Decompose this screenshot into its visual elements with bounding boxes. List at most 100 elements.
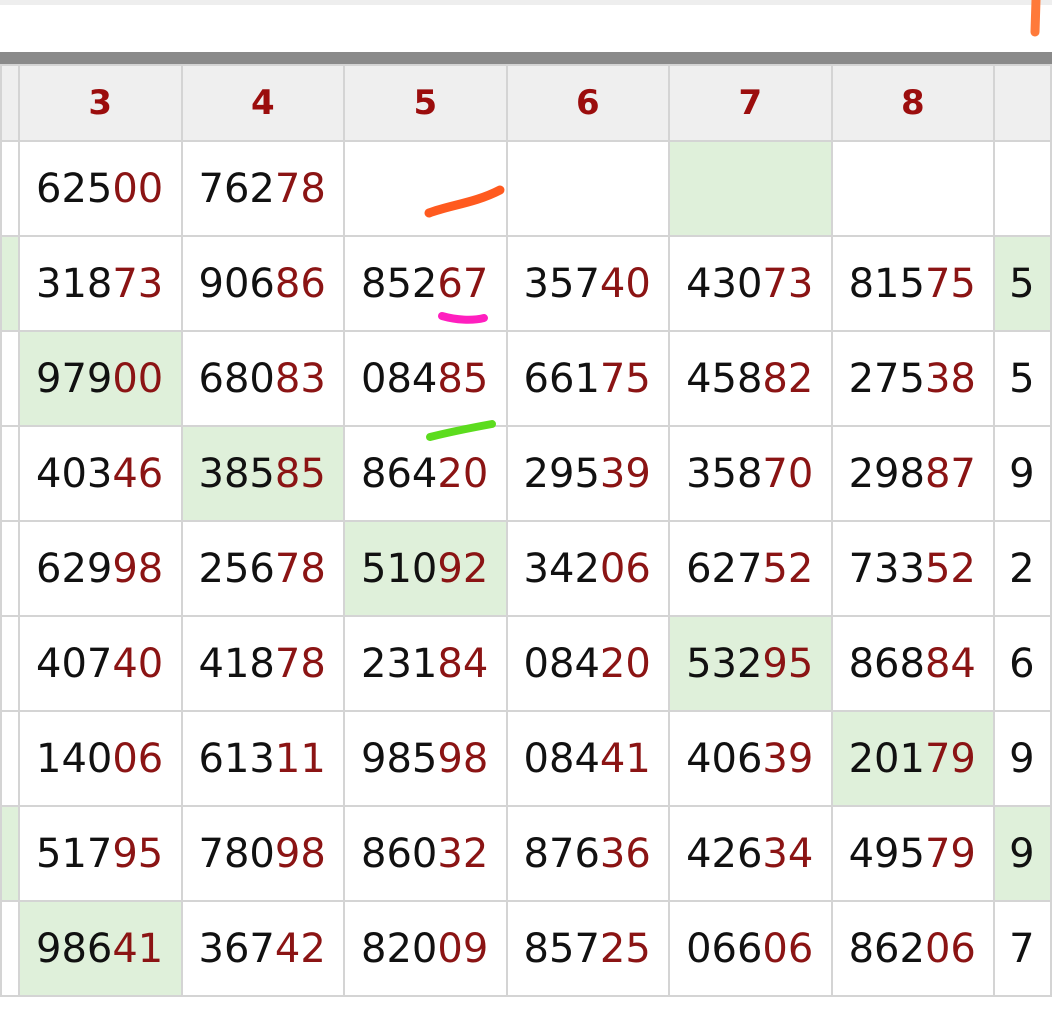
cell-leading-digits: 458	[686, 355, 763, 402]
number-cell: 40740	[18, 615, 183, 712]
cell-last-two-digits: 34	[762, 830, 814, 877]
cell-last-two-digits: 87	[924, 450, 976, 497]
cell-leading-digits: 2	[1009, 545, 1035, 592]
cell-leading-digits: 680	[198, 355, 275, 402]
number-cell: 81575	[830, 235, 996, 332]
cell-last-two-digits: 78	[274, 165, 326, 212]
cell-leading-digits: 986	[36, 925, 113, 972]
cell-leading-digits: 780	[198, 830, 275, 877]
cell-last-two-digits: 41	[599, 735, 651, 782]
cell-leading-digits: 426	[686, 830, 763, 877]
cell-last-two-digits: 25	[599, 925, 651, 972]
column-header-cell: 6	[505, 64, 671, 142]
cell-last-two-digits: 06	[762, 925, 814, 972]
cell-last-two-digits: 09	[437, 925, 489, 972]
cell-leading-digits: 275	[848, 355, 925, 402]
number-cell: 31873	[18, 235, 183, 332]
table-row: 14006 61311 98598 08441 40639 20179 9	[0, 710, 1052, 807]
number-cell: 20179	[830, 710, 996, 807]
number-cell: 9	[993, 805, 1052, 902]
table-row: 62500 76278	[0, 140, 1052, 237]
number-cell: 45882	[668, 330, 833, 427]
number-cell	[993, 140, 1052, 237]
cell-last-two-digits: 98	[112, 545, 164, 592]
cell-leading-digits: 403	[36, 450, 113, 497]
number-cell: 90686	[180, 235, 346, 332]
number-cell: 53295	[668, 615, 833, 712]
number-cell: 25678	[180, 520, 346, 617]
cell-last-two-digits: 42	[274, 925, 326, 972]
number-cell: 27538	[830, 330, 996, 427]
cell-leading-digits: 820	[361, 925, 438, 972]
number-cell: 61311	[180, 710, 346, 807]
column-header-cell: 8	[830, 64, 996, 142]
cell-leading-digits: 979	[36, 355, 113, 402]
cell-last-two-digits: 83	[274, 355, 326, 402]
number-cell	[830, 140, 996, 237]
number-cell: 86884	[830, 615, 996, 712]
cell-last-two-digits: 78	[274, 640, 326, 687]
number-cell: 36742	[180, 900, 346, 997]
number-cell: 5	[993, 330, 1052, 427]
cell-last-two-digits: 75	[599, 355, 651, 402]
top-bar	[0, 0, 1052, 52]
cell-last-two-digits: 11	[274, 735, 326, 782]
number-cell: 38585	[180, 425, 346, 522]
cell-leading-digits: 140	[36, 735, 113, 782]
number-cell: 35740	[505, 235, 671, 332]
cell-last-two-digits: 38	[924, 355, 976, 402]
cell-leading-digits: 9	[1009, 450, 1035, 497]
number-cell	[668, 140, 833, 237]
number-cell	[0, 140, 20, 237]
header-divider	[0, 52, 1052, 64]
number-cell: 5	[993, 235, 1052, 332]
cell-leading-digits: 627	[686, 545, 763, 592]
cell-leading-digits: 733	[848, 545, 925, 592]
cell-leading-digits: 495	[848, 830, 925, 877]
cell-leading-digits: 6	[1009, 640, 1035, 687]
number-cell: 76278	[180, 140, 346, 237]
cell-last-two-digits: 79	[924, 735, 976, 782]
cell-leading-digits: 510	[361, 545, 438, 592]
table-row: 40346 38585 86420 29539 35870 29887 9	[0, 425, 1052, 522]
cell-leading-digits: 385	[198, 450, 275, 497]
number-cell: 40346	[18, 425, 183, 522]
cell-leading-digits: 201	[848, 735, 925, 782]
number-cell: 34206	[505, 520, 671, 617]
cell-last-two-digits: 67	[437, 260, 489, 307]
number-cell	[0, 235, 20, 332]
number-cell: 29887	[830, 425, 996, 522]
number-cell: 68083	[180, 330, 346, 427]
cell-last-two-digits: 75	[924, 260, 976, 307]
number-cell: 97900	[18, 330, 183, 427]
cell-last-two-digits: 39	[762, 735, 814, 782]
number-cell: 08485	[343, 330, 508, 427]
cell-last-two-digits: 32	[437, 830, 489, 877]
number-cell: 2	[993, 520, 1052, 617]
cell-leading-digits: 625	[36, 165, 113, 212]
table-row: 40740 41878 23184 08420 53295 86884 6	[0, 615, 1052, 712]
cell-leading-digits: 9	[1009, 830, 1035, 877]
cell-last-two-digits: 06	[112, 735, 164, 782]
number-cell: 14006	[18, 710, 183, 807]
cell-last-two-digits: 40	[112, 640, 164, 687]
number-cell: 82009	[343, 900, 508, 997]
cell-last-two-digits: 95	[112, 830, 164, 877]
number-cell: 85725	[505, 900, 671, 997]
column-header-cell	[993, 64, 1052, 142]
cell-leading-digits: 5	[1009, 260, 1035, 307]
cell-last-two-digits: 20	[437, 450, 489, 497]
cell-leading-digits: 318	[36, 260, 113, 307]
number-cell: 42634	[668, 805, 833, 902]
cell-leading-digits: 852	[361, 260, 438, 307]
cell-leading-digits: 7	[1009, 925, 1035, 972]
cell-last-two-digits: 95	[762, 640, 814, 687]
number-cell: 9	[993, 710, 1052, 807]
cell-leading-digits: 418	[198, 640, 275, 687]
number-cell: 86032	[343, 805, 508, 902]
cell-leading-digits: 406	[686, 735, 763, 782]
cell-leading-digits: 231	[361, 640, 438, 687]
cell-last-two-digits: 84	[437, 640, 489, 687]
cell-leading-digits: 864	[361, 450, 438, 497]
number-cell: 86206	[830, 900, 996, 997]
